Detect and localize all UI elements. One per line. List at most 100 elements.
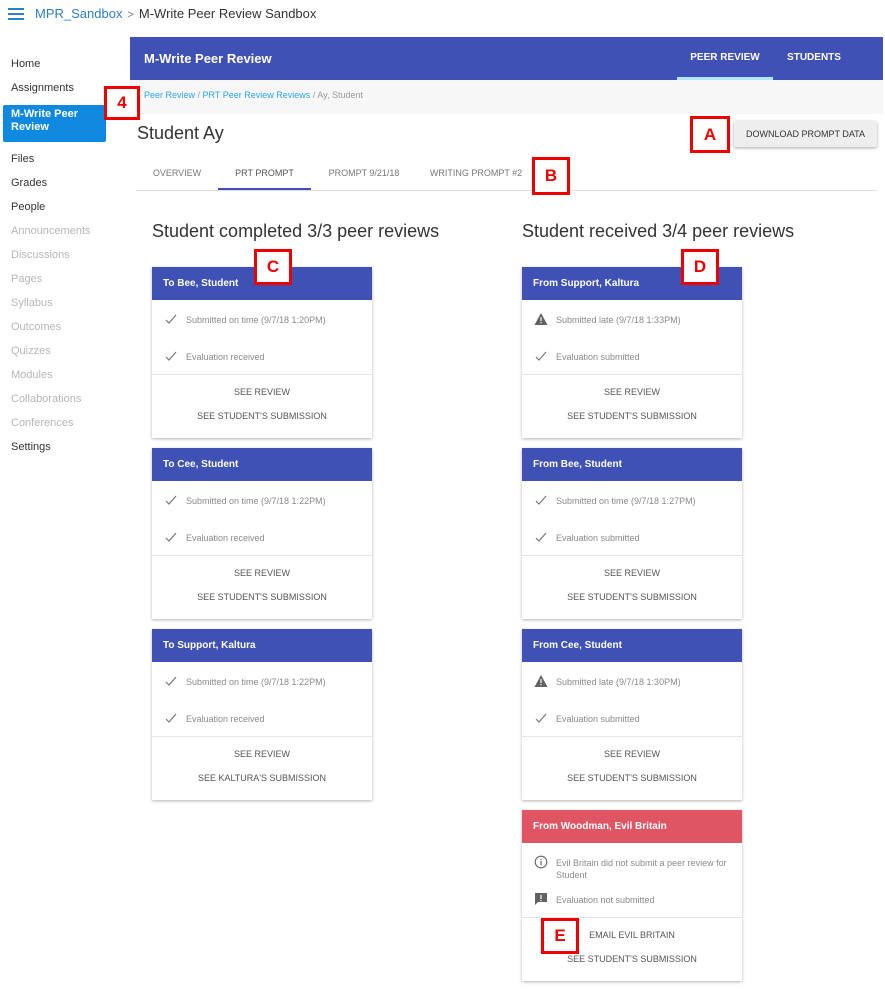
status-row: Submitted late (9/7/18 1:30PM) xyxy=(522,662,742,699)
status-row: Evaluation received xyxy=(152,518,372,555)
check-icon xyxy=(164,530,178,544)
info-icon xyxy=(534,855,548,869)
status-text: Evil Britain did not submit a peer revie… xyxy=(556,858,727,880)
download-prompt-data-button[interactable]: DOWNLOAD PROMPT DATA xyxy=(734,121,877,147)
breadcrumb: Peer Review / PRT Peer Review Reviews / … xyxy=(130,80,883,114)
see-review-button[interactable]: SEE REVIEW xyxy=(152,565,372,589)
annotation-marker-a: A xyxy=(690,116,730,153)
breadcrumb-prt-reviews[interactable]: PRT Peer Review Reviews xyxy=(203,90,311,100)
see-review-button[interactable]: SEE REVIEW xyxy=(152,746,372,770)
status-row: Evaluation submitted xyxy=(522,699,742,736)
warning-icon xyxy=(534,312,548,326)
check-icon xyxy=(534,493,548,507)
status-text: Submitted on time (9/7/18 1:22PM) xyxy=(186,677,326,687)
breadcrumb-peer-review[interactable]: Peer Review xyxy=(144,90,195,100)
hamburger-menu-icon[interactable] xyxy=(8,8,24,20)
status-row: Evaluation submitted xyxy=(522,518,742,555)
review-card: From Woodman, Evil Britain Evil Britain d… xyxy=(522,810,742,981)
status-row: Evil Britain did not submit a peer revie… xyxy=(522,843,742,880)
see-kaltura-s-submission-button[interactable]: SEE KALTURA'S SUBMISSION xyxy=(152,770,372,794)
sidebar-item-settings[interactable]: Settings xyxy=(0,438,130,462)
sidebar-item-m-write-peer-review[interactable]: M-Write Peer Review xyxy=(3,105,106,142)
status-text: Evaluation submitted xyxy=(556,352,640,362)
see-student-s-submission-button[interactable]: SEE STUDENT'S SUBMISSION xyxy=(522,589,742,613)
see-review-button[interactable]: SEE REVIEW xyxy=(522,565,742,589)
status-text: Submitted late (9/7/18 1:33PM) xyxy=(556,315,681,325)
current-page: M-Write Peer Review Sandbox xyxy=(138,6,317,21)
see-review-button[interactable]: SEE REVIEW xyxy=(522,746,742,770)
annotation-marker-d: D xyxy=(681,249,719,285)
app-title: M-Write Peer Review xyxy=(144,51,272,66)
status-text: Submitted on time (9/7/18 1:20PM) xyxy=(186,315,326,325)
tab-writing-prompt-2[interactable]: WRITING PROMPT #2 xyxy=(417,159,535,190)
annotation-marker-e: E xyxy=(541,918,579,954)
status-text: Submitted late (9/7/18 1:30PM) xyxy=(556,677,681,687)
card-title: From Woodman, Evil Britain xyxy=(522,810,742,843)
feedback-alert-icon xyxy=(534,892,548,906)
card-title: From Cee, Student xyxy=(522,629,742,662)
see-review-button[interactable]: SEE REVIEW xyxy=(152,384,372,408)
breadcrumb-separator: > xyxy=(127,9,134,21)
sidebar-item-grades[interactable]: Grades xyxy=(0,174,130,198)
see-student-s-submission-button[interactable]: SEE STUDENT'S SUBMISSION xyxy=(522,408,742,432)
review-card: To Cee, Student Submitted on time (9/7/18… xyxy=(152,448,372,619)
status-text: Evaluation received xyxy=(186,714,265,724)
tab-students[interactable]: STUDENTS xyxy=(773,37,855,80)
card-title: To Support, Kaltura xyxy=(152,629,372,662)
status-row: Submitted on time (9/7/18 1:20PM) xyxy=(152,300,372,337)
warning-icon xyxy=(534,674,548,688)
sidebar-item-discussions[interactable]: Discussions xyxy=(0,246,130,270)
tab-overview[interactable]: OVERVIEW xyxy=(136,159,218,190)
see-student-s-submission-button[interactable]: SEE STUDENT'S SUBMISSION xyxy=(152,589,372,613)
review-card: To Bee, Student Submitted on time (9/7/18… xyxy=(152,267,372,438)
status-row: Evaluation received xyxy=(152,337,372,374)
status-row: Evaluation received xyxy=(152,699,372,736)
status-row: Submitted on time (9/7/18 1:22PM) xyxy=(152,481,372,518)
tab-prt-prompt[interactable]: PRT PROMPT xyxy=(218,159,311,190)
sidebar-item-modules[interactable]: Modules xyxy=(0,366,130,390)
annotation-marker-c: C xyxy=(254,249,292,285)
review-card: From Bee, Student Submitted on time (9/7/… xyxy=(522,448,742,619)
check-icon xyxy=(534,349,548,363)
sidebar-item-people[interactable]: People xyxy=(0,198,130,222)
see-student-s-submission-button[interactable]: SEE STUDENT'S SUBMISSION xyxy=(522,770,742,794)
card-title: To Cee, Student xyxy=(152,448,372,481)
sidebar-item-announcements[interactable]: Announcements xyxy=(0,222,130,246)
top-bar: MPR_Sandbox > M-Write Peer Review Sandbox xyxy=(0,0,885,30)
see-student-s-submission-button[interactable]: SEE STUDENT'S SUBMISSION xyxy=(152,408,372,432)
sidebar-item-conferences[interactable]: Conferences xyxy=(0,414,130,438)
status-text: Evaluation not submitted xyxy=(556,895,655,905)
see-student-s-submission-button[interactable]: SEE STUDENT'S SUBMISSION xyxy=(522,951,742,975)
check-icon xyxy=(534,711,548,725)
course-link[interactable]: MPR_Sandbox xyxy=(35,6,122,21)
review-card: To Support, Kaltura Submitted on time (9/… xyxy=(152,629,372,800)
sidebar-item-collaborations[interactable]: Collaborations xyxy=(0,390,130,414)
card-title: From Bee, Student xyxy=(522,448,742,481)
course-breadcrumb: MPR_Sandbox > M-Write Peer Review Sandbox xyxy=(35,6,316,21)
status-row: Submitted late (9/7/18 1:33PM) xyxy=(522,300,742,337)
sidebar-item-pages[interactable]: Pages xyxy=(0,270,130,294)
tab-peer-review[interactable]: PEER REVIEW xyxy=(677,37,773,80)
status-text: Submitted on time (9/7/18 1:22PM) xyxy=(186,496,326,506)
annotation-marker-b: B xyxy=(532,157,570,195)
status-row: Submitted on time (9/7/18 1:22PM) xyxy=(152,662,372,699)
check-icon xyxy=(164,312,178,326)
sidebar-item-outcomes[interactable]: Outcomes xyxy=(0,318,130,342)
status-row: Evaluation not submitted xyxy=(522,880,742,917)
check-icon xyxy=(164,711,178,725)
sidebar-item-home[interactable]: Home xyxy=(0,55,130,79)
tab-prompt-9-21-18[interactable]: PROMPT 9/21/18 xyxy=(311,159,417,190)
annotation-marker-4: 4 xyxy=(104,86,140,120)
status-text: Evaluation submitted xyxy=(556,533,640,543)
check-icon xyxy=(534,530,548,544)
app-bar: M-Write Peer Review PEER REVIEW STUDENTS xyxy=(130,37,883,80)
status-row: Submitted on time (9/7/18 1:27PM) xyxy=(522,481,742,518)
sidebar-item-files[interactable]: Files xyxy=(0,150,130,174)
breadcrumb-sep: / xyxy=(195,90,203,100)
see-review-button[interactable]: SEE REVIEW xyxy=(522,384,742,408)
completed-heading: Student completed 3/3 peer reviews xyxy=(152,221,440,241)
review-card: From Support, Kaltura Submitted late (9/7… xyxy=(522,267,742,438)
sidebar-item-quizzes[interactable]: Quizzes xyxy=(0,342,130,366)
sidebar-item-syllabus[interactable]: Syllabus xyxy=(0,294,130,318)
page-title: Student Ay xyxy=(137,123,224,143)
